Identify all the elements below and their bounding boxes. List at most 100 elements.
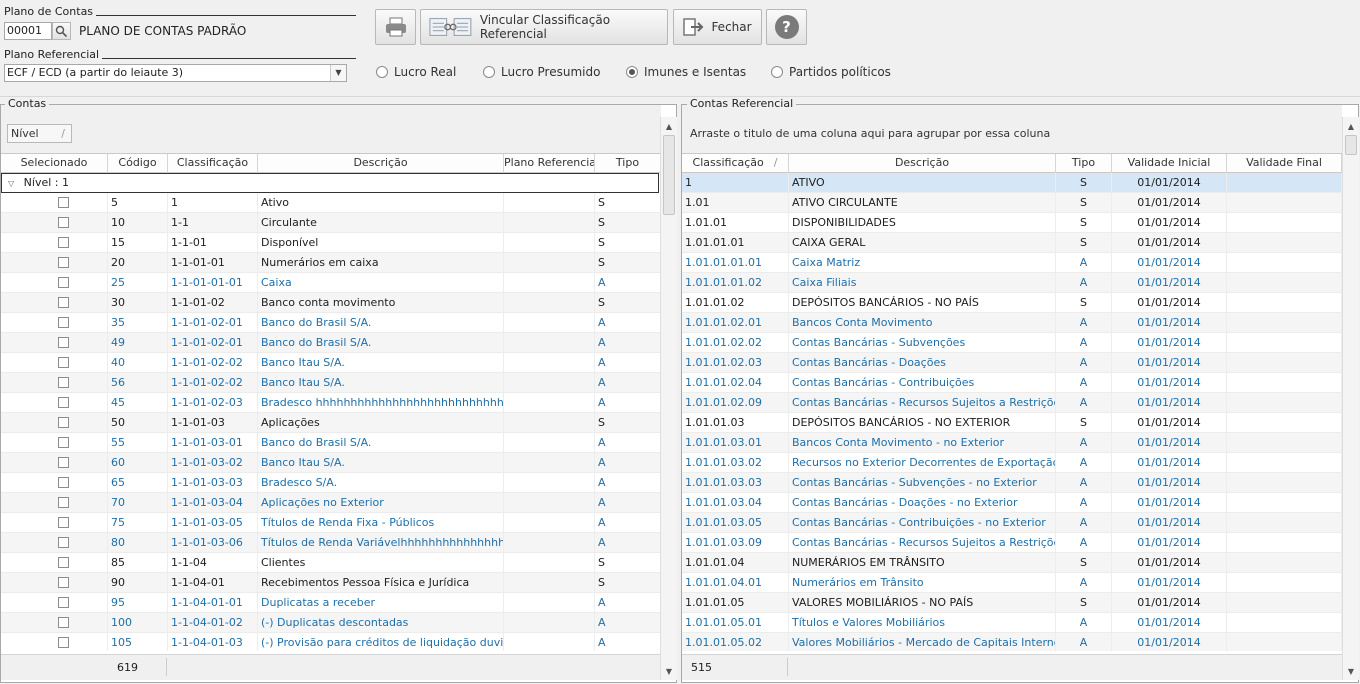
table-row[interactable]: 50 1-1-01-03 Aplicações S: [1, 413, 661, 433]
table-row[interactable]: 10 1-1 Circulante S: [1, 213, 661, 233]
cell-selecionado[interactable]: [1, 233, 108, 253]
chevron-down-icon[interactable]: ▼: [330, 65, 346, 81]
select-checkbox[interactable]: [58, 436, 69, 448]
cell-selecionado[interactable]: [1, 453, 108, 473]
table-row[interactable]: 1.01.01.03.02 Recursos no Exterior Decorr…: [682, 453, 1342, 473]
select-checkbox[interactable]: [58, 416, 69, 428]
table-row[interactable]: 1.01.01.01.01 Caixa Matriz A 01/01/2014: [682, 253, 1342, 273]
scroll-down-icon[interactable]: ▼: [661, 664, 677, 680]
col-tipo[interactable]: Tipo: [595, 154, 661, 173]
cell-selecionado[interactable]: [1, 273, 108, 293]
table-row[interactable]: 1.01.01.04.01 Numerários em Trânsito A 01/0…: [682, 573, 1342, 593]
table-row[interactable]: 25 1-1-01-01-01 Caixa A: [1, 273, 661, 293]
expand-icon[interactable]: ▽: [8, 179, 14, 188]
fechar-button[interactable]: Fechar: [673, 9, 762, 45]
table-row[interactable]: 45 1-1-01-02-03 Bradesco hhhhhhhhhhhhhhhhh…: [1, 393, 661, 413]
scroll-down-icon[interactable]: ▼: [1343, 664, 1359, 680]
select-checkbox[interactable]: [58, 556, 69, 568]
col-validade-inicial[interactable]: Validade Inicial: [1112, 154, 1227, 173]
table-row[interactable]: 56 1-1-01-02-02 Banco Itau S/A. A: [1, 373, 661, 393]
cell-selecionado[interactable]: [1, 533, 108, 553]
cell-selecionado[interactable]: [1, 333, 108, 353]
select-checkbox[interactable]: [58, 596, 69, 608]
scroll-up-icon[interactable]: ▲: [661, 119, 677, 135]
cell-selecionado[interactable]: [1, 313, 108, 333]
table-row[interactable]: 1.01 ATIVO CIRCULANTE S 01/01/2014: [682, 193, 1342, 213]
table-row[interactable]: 55 1-1-01-03-01 Banco do Brasil S/A. A: [1, 433, 661, 453]
vincular-button[interactable]: Vincular Classificação Referencial: [420, 9, 668, 45]
table-row[interactable]: 20 1-1-01-01 Numerários em caixa S: [1, 253, 661, 273]
table-row[interactable]: 1.01.01.03.05 Contas Bancárias - Contribu…: [682, 513, 1342, 533]
group-chip-nivel[interactable]: Nível /: [7, 124, 72, 143]
table-row[interactable]: 1.01.01.01.02 Caixa Filiais A 01/01/2014: [682, 273, 1342, 293]
table-row[interactable]: 105 1-1-04-01-03 (-) Provisão para crédito…: [1, 633, 661, 651]
referencial-scrollbar[interactable]: ▲ ▼: [1342, 117, 1359, 680]
table-row[interactable]: 5 1 Ativo S: [1, 193, 661, 213]
select-checkbox[interactable]: [58, 236, 69, 248]
select-checkbox[interactable]: [58, 476, 69, 488]
cell-selecionado[interactable]: [1, 633, 108, 651]
table-row[interactable]: 1 ATIVO S 01/01/2014: [682, 173, 1342, 193]
cell-selecionado[interactable]: [1, 493, 108, 513]
table-row[interactable]: 1.01.01.04 NUMERÁRIOS EM TRÂNSITO S 01/01/2…: [682, 553, 1342, 573]
col-codigo[interactable]: Código: [108, 154, 168, 173]
table-row[interactable]: 90 1-1-04-01 Recebimentos Pessoa Física e …: [1, 573, 661, 593]
print-button[interactable]: [375, 9, 416, 45]
col-descricao[interactable]: Descrição: [789, 154, 1056, 173]
table-row[interactable]: 60 1-1-01-03-02 Banco Itau S/A. A: [1, 453, 661, 473]
col-tipo[interactable]: Tipo: [1056, 154, 1112, 173]
cell-selecionado[interactable]: [1, 413, 108, 433]
cell-selecionado[interactable]: [1, 573, 108, 593]
table-row[interactable]: 75 1-1-01-03-05 Títulos de Renda Fixa - Pú…: [1, 513, 661, 533]
select-checkbox[interactable]: [58, 636, 69, 648]
cell-selecionado[interactable]: [1, 253, 108, 273]
cell-selecionado[interactable]: [1, 213, 108, 233]
radio-imunes-isentas[interactable]: Imunes e Isentas: [626, 65, 746, 79]
table-row[interactable]: 1.01.01.03.03 Contas Bancárias - Subvençõ…: [682, 473, 1342, 493]
search-button[interactable]: [52, 22, 71, 40]
scroll-thumb[interactable]: [1345, 135, 1357, 155]
scroll-thumb[interactable]: [663, 135, 675, 215]
col-classificacao[interactable]: Classificação /: [682, 154, 789, 173]
radio-lucro-presumido[interactable]: Lucro Presumido: [483, 65, 600, 79]
help-button[interactable]: ?: [766, 9, 807, 45]
select-checkbox[interactable]: [58, 276, 69, 288]
scroll-up-icon[interactable]: ▲: [1343, 119, 1359, 135]
table-row[interactable]: 1.01.01.03.09 Contas Bancárias - Recursos…: [682, 533, 1342, 553]
select-checkbox[interactable]: [58, 536, 69, 548]
cell-selecionado[interactable]: [1, 433, 108, 453]
select-checkbox[interactable]: [58, 216, 69, 228]
select-checkbox[interactable]: [58, 196, 69, 208]
table-row[interactable]: 85 1-1-04 Clientes S: [1, 553, 661, 573]
radio-lucro-real[interactable]: Lucro Real: [376, 65, 456, 79]
table-row[interactable]: 1.01.01.03.04 Contas Bancárias - Doações …: [682, 493, 1342, 513]
table-row[interactable]: 65 1-1-01-03-03 Bradesco S/A. A: [1, 473, 661, 493]
table-row[interactable]: 70 1-1-01-03-04 Aplicações no Exterior A: [1, 493, 661, 513]
table-row[interactable]: 35 1-1-01-02-01 Banco do Brasil S/A. A: [1, 313, 661, 333]
table-row[interactable]: 30 1-1-01-02 Banco conta movimento S: [1, 293, 661, 313]
table-row[interactable]: 1.01.01.02.09 Contas Bancárias - Recursos…: [682, 393, 1342, 413]
table-row[interactable]: 1.01.01.02.03 Contas Bancárias - Doações A…: [682, 353, 1342, 373]
select-checkbox[interactable]: [58, 496, 69, 508]
table-row[interactable]: 1.01.01.02 DEPÓSITOS BANCÁRIOS - NO PAÍS S…: [682, 293, 1342, 313]
cell-selecionado[interactable]: [1, 373, 108, 393]
select-checkbox[interactable]: [58, 256, 69, 268]
cell-selecionado[interactable]: [1, 293, 108, 313]
select-checkbox[interactable]: [58, 316, 69, 328]
table-row[interactable]: 40 1-1-01-02-02 Banco Itau S/A. A: [1, 353, 661, 373]
table-row[interactable]: 1.01.01.05 VALORES MOBILIÁRIOS - NO PAÍS S…: [682, 593, 1342, 613]
select-checkbox[interactable]: [58, 376, 69, 388]
table-row[interactable]: 15 1-1-01 Disponível S: [1, 233, 661, 253]
cell-selecionado[interactable]: [1, 593, 108, 613]
table-row[interactable]: 1.01.01 DISPONIBILIDADES S 01/01/2014: [682, 213, 1342, 233]
radio-partidos-politicos[interactable]: Partidos políticos: [771, 65, 891, 79]
plano-referencial-select[interactable]: ECF / ECD (a partir do leiaute 3) ▼: [4, 64, 347, 82]
cell-selecionado[interactable]: [1, 513, 108, 533]
table-row[interactable]: 1.01.01.05.02 Valores Mobiliários - Merca…: [682, 633, 1342, 651]
cell-selecionado[interactable]: [1, 353, 108, 373]
select-checkbox[interactable]: [58, 616, 69, 628]
col-validade-final[interactable]: Validade Final: [1227, 154, 1342, 173]
table-row[interactable]: 95 1-1-04-01-01 Duplicatas a receber A: [1, 593, 661, 613]
select-checkbox[interactable]: [58, 576, 69, 588]
col-plano-referencial[interactable]: Plano Referencia: [504, 154, 595, 173]
